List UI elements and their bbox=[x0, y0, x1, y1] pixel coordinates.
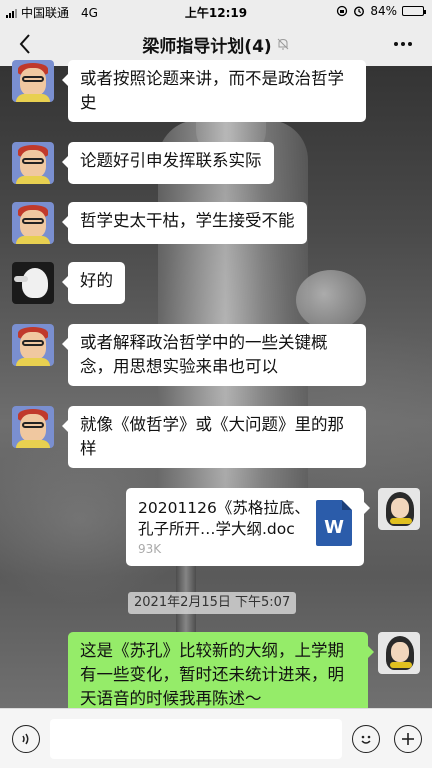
rotation-lock-icon bbox=[337, 5, 348, 17]
message-bubble[interactable]: 好的 bbox=[62, 262, 125, 304]
avatar[interactable] bbox=[12, 60, 54, 102]
message-row: 或者解释政治哲学中的一些关键概念，用思想实验来串也可以 bbox=[12, 324, 366, 386]
status-bar: 中国联通 4G 上午12:19 84% bbox=[0, 0, 432, 22]
message-bubble[interactable]: 或者按照论题来讲，而不是政治哲学史 bbox=[62, 60, 366, 122]
message-bubble[interactable]: 论题好引申发挥联系实际 bbox=[62, 142, 274, 184]
emoji-button[interactable] bbox=[352, 725, 380, 753]
chat-title: 梁师指导计划(4) bbox=[142, 32, 289, 57]
file-message[interactable]: 20201126《苏格拉底、孔子所开…学大纲.doc 93K W bbox=[126, 488, 370, 566]
avatar[interactable] bbox=[378, 488, 420, 530]
alarm-icon bbox=[354, 6, 365, 17]
plus-button[interactable] bbox=[394, 725, 422, 753]
message-row: 就像《做哲学》或《大问题》里的那样 bbox=[12, 406, 366, 468]
message-bubble[interactable]: 或者解释政治哲学中的一些关键概念，用思想实验来串也可以 bbox=[62, 324, 366, 386]
file-name: 20201126《苏格拉底、孔子所开…学大纲.doc bbox=[138, 499, 310, 538]
avatar[interactable] bbox=[12, 324, 54, 366]
input-bar bbox=[0, 708, 432, 768]
chat-title-text: 梁师指导计划(4) bbox=[142, 36, 272, 57]
avatar[interactable] bbox=[12, 262, 54, 304]
word-document-icon: W bbox=[316, 500, 352, 546]
more-dots-icon[interactable] bbox=[388, 32, 418, 56]
message-bubble[interactable]: 哲学史太干枯，学生接受不能 bbox=[62, 202, 307, 244]
emoji-icon bbox=[361, 735, 371, 744]
voice-button[interactable] bbox=[12, 725, 40, 753]
message-row: 论题好引申发挥联系实际 bbox=[12, 142, 274, 184]
message-row: 或者按照论题来讲，而不是政治哲学史 bbox=[12, 60, 366, 122]
avatar[interactable] bbox=[12, 142, 54, 184]
battery-icon bbox=[402, 6, 426, 16]
back-button[interactable] bbox=[10, 28, 40, 60]
chat-timestamp: 2021年2月15日 下午5:07 bbox=[128, 592, 297, 614]
message-bubble[interactable]: 就像《做哲学》或《大问题》里的那样 bbox=[62, 406, 366, 468]
message-row: 哲学史太干枯，学生接受不能 bbox=[12, 202, 307, 244]
voice-icon bbox=[22, 733, 29, 745]
message-row: 好的 bbox=[12, 262, 125, 304]
avatar[interactable] bbox=[378, 632, 420, 674]
file-type-label: W bbox=[324, 517, 344, 538]
message-bubble-self[interactable]: 这是《苏孔》比较新的大纲，上学期有一些变化，暂时还未统计进来，明天语音的时候我再… bbox=[68, 632, 374, 718]
bell-off-icon bbox=[277, 38, 289, 50]
status-right: 84% bbox=[336, 4, 426, 18]
chevron-left-icon bbox=[19, 34, 30, 54]
battery-percent: 84% bbox=[370, 4, 397, 18]
avatar[interactable] bbox=[12, 202, 54, 244]
wallpaper-statue-arm bbox=[296, 270, 366, 330]
message-input[interactable] bbox=[50, 719, 342, 759]
plus-icon bbox=[402, 733, 414, 745]
avatar[interactable] bbox=[12, 406, 54, 448]
